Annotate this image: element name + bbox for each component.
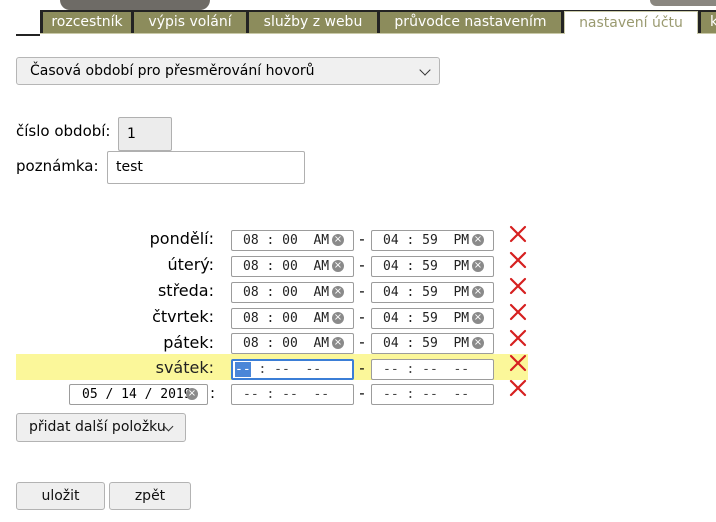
tab-nastaveni-uctu[interactable]: nastavení účtu	[564, 11, 698, 34]
time-to-thursday[interactable]: 04 : 59 PM ×	[371, 308, 494, 329]
tab-underline	[16, 34, 40, 36]
save-button[interactable]: uložit	[16, 482, 105, 510]
time-to-monday[interactable]: 04 : 59 PM ×	[371, 230, 494, 251]
day-label-holiday: svátek:	[155, 358, 214, 377]
time-value: -- : -- --	[243, 387, 330, 402]
time-value: 04 : 59 PM	[383, 311, 470, 326]
clear-icon[interactable]: ×	[472, 286, 484, 298]
day-label-tuesday: úterý:	[167, 255, 214, 274]
time-value: : -- --	[250, 362, 322, 377]
time-from-thursday[interactable]: 08 : 00 AM ×	[231, 308, 354, 329]
time-from-tuesday[interactable]: 08 : 00 AM ×	[231, 256, 354, 277]
note-label: poznámka:	[16, 157, 99, 175]
delete-icon[interactable]	[509, 251, 527, 269]
tab-vypis-volani[interactable]: výpis volání	[134, 12, 246, 33]
banner-image-right	[650, 0, 716, 6]
clear-icon[interactable]: ×	[472, 312, 484, 324]
tab-rozcestnik[interactable]: rozcestník	[43, 12, 131, 33]
custom-date-colon: :	[210, 384, 216, 402]
clear-icon[interactable]: ×	[472, 234, 484, 246]
clear-icon[interactable]: ×	[472, 260, 484, 272]
time-value: 04 : 59 PM	[383, 259, 470, 274]
period-number-field: 1	[118, 117, 172, 151]
clear-icon[interactable]: ×	[332, 234, 344, 246]
time-to-tuesday[interactable]: 04 : 59 PM ×	[371, 256, 494, 277]
clear-icon[interactable]: ×	[472, 337, 484, 349]
time-value: -- : -- --	[383, 387, 470, 402]
clear-icon[interactable]: ×	[332, 260, 344, 272]
clear-icon[interactable]: ×	[332, 312, 344, 324]
time-hour-selected: --	[235, 362, 251, 377]
day-label-thursday: čtvrtek:	[152, 307, 214, 326]
chevron-down-icon	[419, 64, 431, 76]
add-item-label: přidat další položku	[29, 419, 166, 435]
day-label-wednesday: středa:	[157, 281, 214, 300]
period-number-label: číslo období:	[16, 122, 111, 140]
section-select-value: Časová období pro přesměrování hovorů	[30, 63, 315, 79]
note-input[interactable]: test	[107, 151, 305, 184]
clear-icon[interactable]: ×	[186, 388, 198, 400]
range-separator: -	[359, 282, 365, 300]
time-value: 04 : 59 PM	[383, 285, 470, 300]
time-value: 08 : 00 AM	[243, 259, 330, 274]
range-separator: -	[359, 384, 365, 402]
delete-icon[interactable]	[509, 303, 527, 321]
day-label-friday: pátek:	[163, 333, 214, 352]
date-value: 05 / 14 / 2019	[82, 387, 192, 402]
section-select[interactable]: Časová období pro přesměrování hovorů	[16, 57, 440, 85]
time-to-friday[interactable]: 04 : 59 PM ×	[371, 333, 494, 354]
delete-icon[interactable]	[509, 354, 527, 372]
time-value: 08 : 00 AM	[243, 285, 330, 300]
range-separator: -	[359, 308, 365, 326]
time-from-monday[interactable]: 08 : 00 AM ×	[231, 230, 354, 251]
time-value: -- : -- --	[383, 362, 470, 377]
time-to-holiday[interactable]: -- : -- --	[371, 359, 494, 380]
clear-icon[interactable]: ×	[332, 337, 344, 349]
time-value: 08 : 00 AM	[243, 311, 330, 326]
range-separator: -	[359, 333, 365, 351]
back-button[interactable]: zpět	[109, 482, 191, 510]
clear-icon[interactable]: ×	[332, 286, 344, 298]
tab-sluzby-z-webu[interactable]: služby z webu	[249, 12, 377, 33]
time-from-custom-date[interactable]: -- : -- --	[231, 384, 354, 405]
delete-icon[interactable]	[509, 329, 527, 347]
add-item-button[interactable]: přidat další položku	[16, 413, 186, 442]
delete-icon[interactable]	[509, 379, 527, 397]
tab-pruvodce-nastavenim[interactable]: průvodce nastavením	[380, 12, 561, 33]
time-value: 04 : 59 PM	[383, 233, 470, 248]
day-label-monday: pondělí:	[149, 229, 214, 248]
time-value: 08 : 00 AM	[243, 233, 330, 248]
time-from-wednesday[interactable]: 08 : 00 AM ×	[231, 282, 354, 303]
time-to-custom-date[interactable]: -- : -- --	[371, 384, 494, 405]
tab-overflow[interactable]: k	[701, 12, 716, 33]
range-separator: -	[359, 359, 365, 377]
custom-date-input[interactable]: 05 / 14 / 2019 ×	[69, 384, 208, 405]
time-from-holiday[interactable]: -- : -- --	[231, 359, 354, 380]
time-to-wednesday[interactable]: 04 : 59 PM ×	[371, 282, 494, 303]
range-separator: -	[359, 230, 365, 248]
time-value: 04 : 59 PM	[383, 336, 470, 351]
range-separator: -	[359, 256, 365, 274]
delete-icon[interactable]	[509, 225, 527, 243]
banner-image	[60, 0, 210, 10]
time-from-friday[interactable]: 08 : 00 AM ×	[231, 333, 354, 354]
delete-icon[interactable]	[509, 277, 527, 295]
time-value: 08 : 00 AM	[243, 336, 330, 351]
